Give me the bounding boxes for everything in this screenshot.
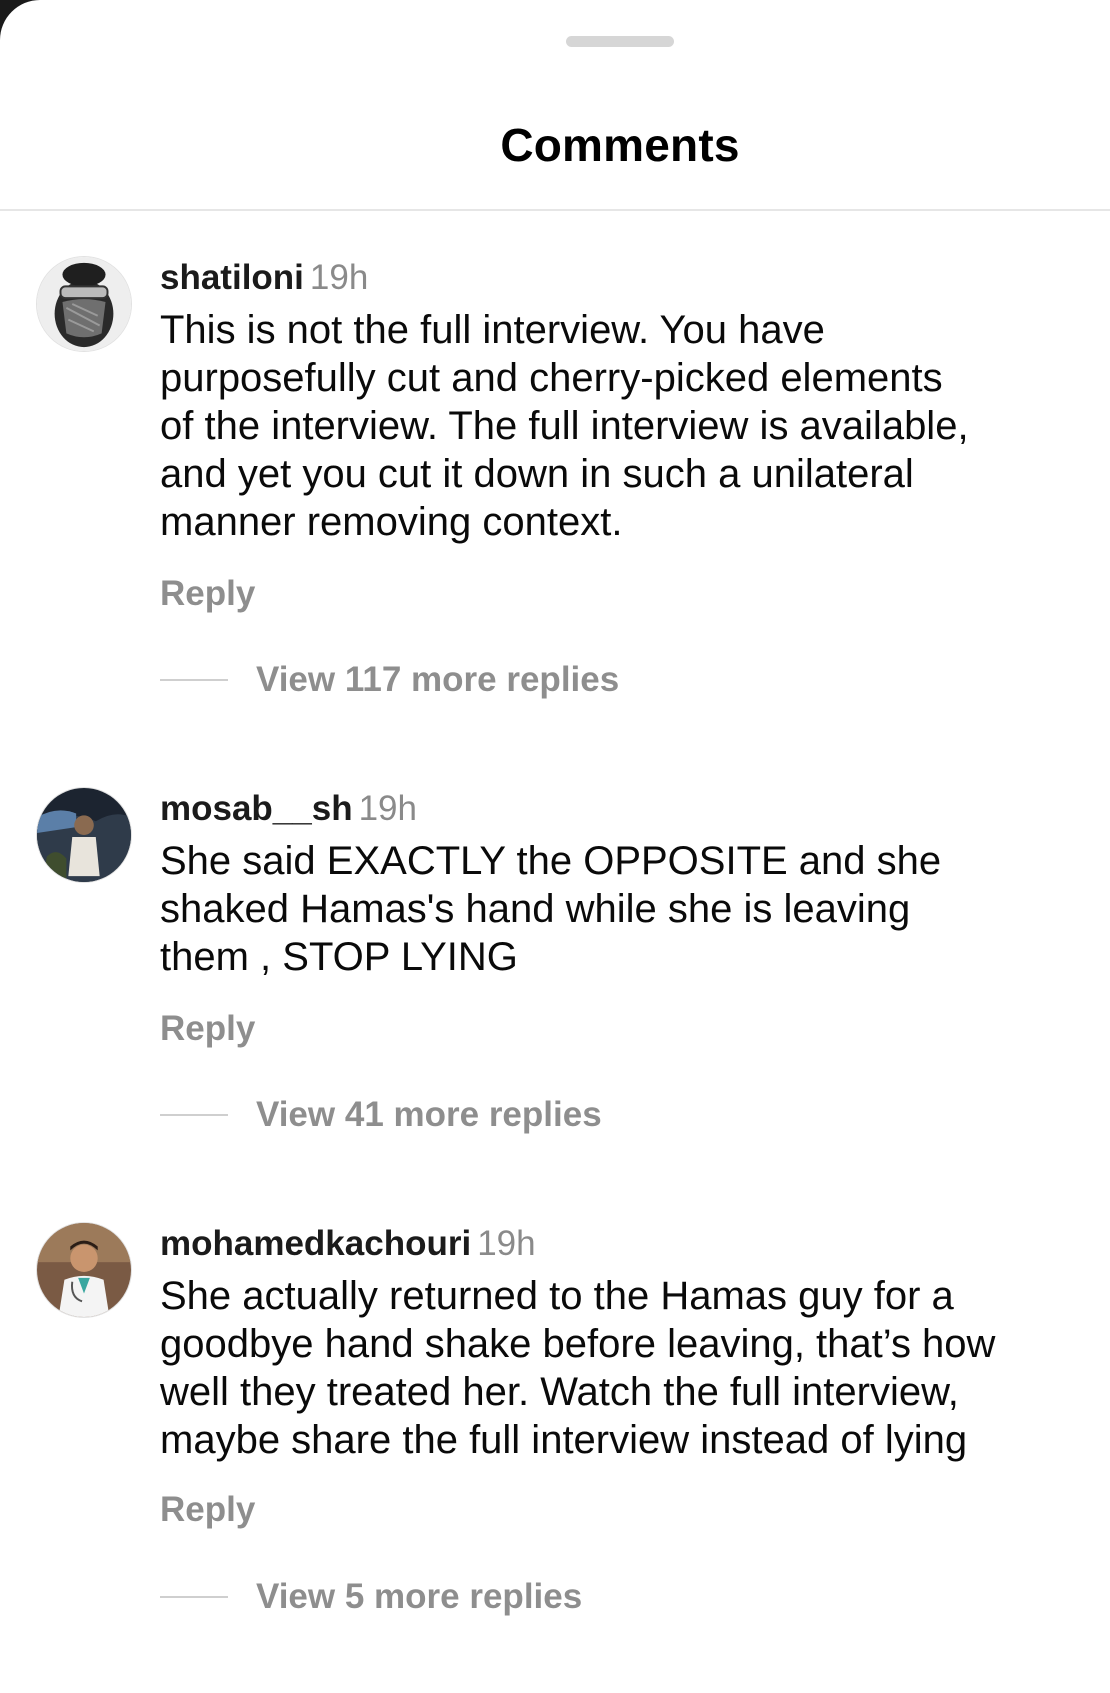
- comment-text: She actually returned to the Hamas guy f…: [160, 1272, 1100, 1464]
- comment-line: shaked Hamas's hand while she is leaving: [160, 887, 911, 931]
- comment-meta: mohamedkachouri 19h: [160, 1222, 536, 1266]
- comment-text: This is not the full interview. You have…: [160, 306, 1100, 546]
- page-title: Comments: [500, 119, 740, 171]
- comment-line: of the interview. The full interview is …: [160, 404, 969, 448]
- sheet-drag-handle[interactable]: [566, 36, 674, 47]
- timestamp: 19h: [309, 258, 369, 297]
- comment-line: purposefully cut and cherry-picked eleme…: [160, 356, 943, 400]
- replies-divider-line: [160, 1596, 228, 1598]
- avatar[interactable]: [36, 787, 132, 883]
- comment-meta: shatiloni 19h: [160, 256, 368, 300]
- comment-line: and yet you cut it down in such a unilat…: [160, 452, 914, 496]
- comment-line: manner removing context.: [160, 500, 623, 544]
- avatar[interactable]: [36, 1222, 132, 1318]
- timestamp: 19h: [358, 789, 417, 828]
- comment-line: maybe share the full interview instead o…: [160, 1418, 968, 1462]
- comment-line: She actually returned to the Hamas guy f…: [160, 1274, 954, 1318]
- replies-divider-line: [160, 679, 228, 681]
- comment-line: them , STOP LYING: [160, 935, 518, 979]
- person-outdoors-avatar-icon: [37, 788, 131, 882]
- header-divider: [0, 209, 1110, 211]
- reply-button[interactable]: Reply: [160, 1009, 255, 1049]
- view-replies-button[interactable]: View 41 more replies: [160, 1093, 602, 1137]
- comments-sheet: Comments shatiloni 19h This is not the fu…: [0, 0, 1110, 1693]
- reply-button[interactable]: Reply: [160, 1490, 255, 1530]
- timestamp: 19h: [477, 1224, 536, 1263]
- view-replies-label: View 5 more replies: [256, 1577, 583, 1616]
- username[interactable]: mosab__sh: [160, 789, 353, 828]
- comment-text: She said EXACTLY the OPPOSITE and she sh…: [160, 837, 1100, 981]
- doctor-avatar-icon: [37, 1223, 131, 1317]
- replies-divider-line: [160, 1114, 228, 1116]
- username[interactable]: mohamedkachouri: [160, 1224, 471, 1263]
- view-replies-label: View 117 more replies: [256, 660, 620, 699]
- reply-button[interactable]: Reply: [160, 574, 255, 614]
- comment-line: She said EXACTLY the OPPOSITE and she: [160, 839, 942, 883]
- view-replies-button[interactable]: View 5 more replies: [160, 1575, 582, 1619]
- avatar[interactable]: [36, 256, 132, 352]
- username[interactable]: shatiloni: [160, 258, 304, 297]
- masked-face-avatar-icon: [37, 257, 131, 351]
- comment-line: well they treated her. Watch the full in…: [160, 1370, 959, 1414]
- comment-line: This is not the full interview. You have: [160, 308, 825, 352]
- comment-line: goodbye hand shake before leaving, that’…: [160, 1322, 996, 1366]
- comment-meta: mosab__sh 19h: [160, 787, 417, 831]
- view-replies-label: View 41 more replies: [256, 1095, 602, 1134]
- view-replies-button[interactable]: View 117 more replies: [160, 658, 619, 702]
